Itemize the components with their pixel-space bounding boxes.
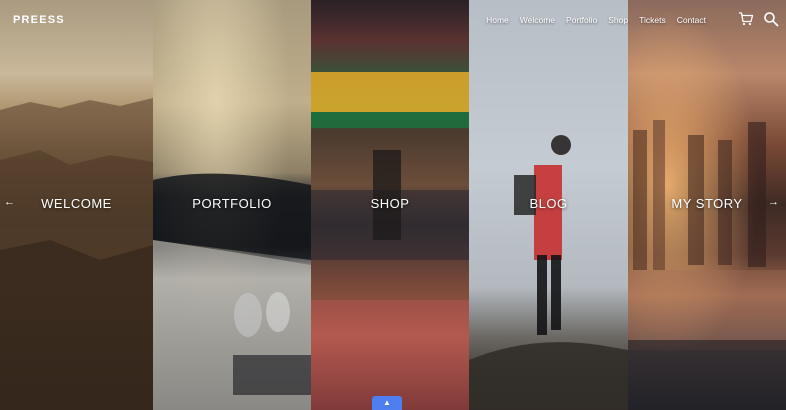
chevron-up-icon: ▲ xyxy=(383,398,391,407)
panel-label-blog: BLOG xyxy=(529,196,568,211)
arrow-left-icon[interactable]: ← xyxy=(4,196,15,208)
panel-blog[interactable]: BLOG xyxy=(469,0,628,410)
arrow-right-icon[interactable]: → xyxy=(768,196,779,208)
nav-item-contact[interactable]: Contact xyxy=(677,15,706,25)
panel-label-portfolio: PORTFOLIO xyxy=(192,196,272,211)
search-icon[interactable] xyxy=(763,11,779,27)
main-nav: Home Welcome Portfolio Shop Tickets Cont… xyxy=(475,15,706,25)
nav-item-tickets[interactable]: Tickets xyxy=(639,15,666,25)
top-header: PREESS Home Welcome Portfolio Shop Ticke… xyxy=(0,0,786,40)
panel-portfolio[interactable]: PORTFOLIO xyxy=(153,0,311,410)
panel-label-welcome: WELCOME xyxy=(41,196,112,211)
nav-item-shop[interactable]: Shop xyxy=(608,15,628,25)
panel-label-my-story: MY STORY xyxy=(671,196,743,211)
nav-item-home[interactable]: Home xyxy=(486,15,509,25)
panel-shop[interactable]: SHOP xyxy=(311,0,469,410)
panel-welcome[interactable]: WELCOME xyxy=(0,0,153,410)
shopping-cart-icon[interactable] xyxy=(738,11,754,27)
category-panels: WELCOME PORTFOLIO SHOP BLOG MY STORY xyxy=(0,0,786,410)
panel-label-shop: SHOP xyxy=(370,196,410,211)
scroll-to-top-button[interactable]: ▲ xyxy=(372,396,402,410)
panel-my-story[interactable]: MY STORY xyxy=(628,0,786,410)
nav-item-welcome[interactable]: Welcome xyxy=(520,15,555,25)
nav-item-portfolio[interactable]: Portfolio xyxy=(566,15,597,25)
site-logo[interactable]: PREESS xyxy=(13,14,65,26)
